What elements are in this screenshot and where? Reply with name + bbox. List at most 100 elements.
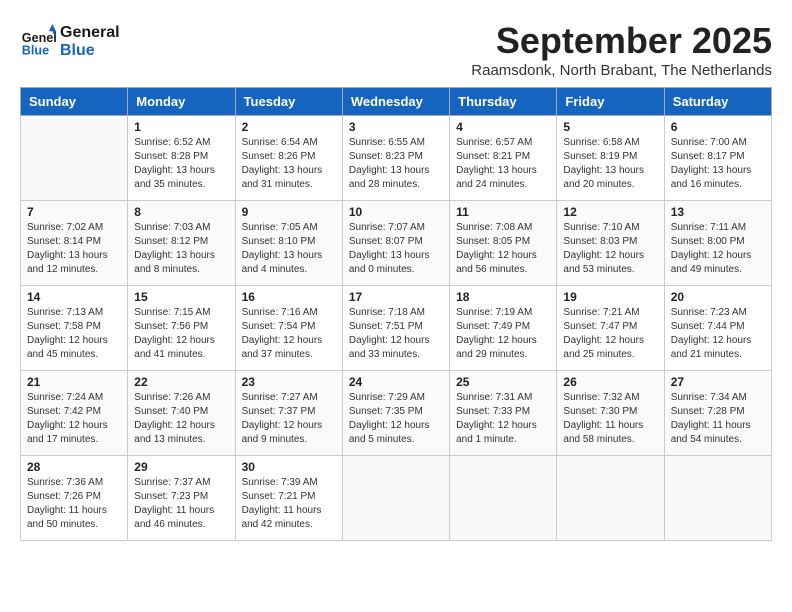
calendar-cell: 24Sunrise: 7:29 AM Sunset: 7:35 PM Dayli… [342,371,449,456]
day-number: 29 [134,460,228,474]
day-number: 4 [456,120,550,134]
calendar-cell [664,456,771,541]
calendar-cell: 25 Sunrise: 7:31 AM Sunset: 7:33 PM Dayli… [450,371,557,456]
col-header-tuesday: Tuesday [235,88,342,116]
day-info: Sunrise: 7:36 AM Sunset: 7:26 PM Dayligh… [27,476,121,532]
calendar-cell: 1Sunrise: 6:52 AM Sunset: 8:28 PM Daylig… [128,116,235,201]
calendar-week-row: 28 Sunrise: 7:36 AM Sunset: 7:26 PM Dayli… [21,456,772,541]
day-info: Sunrise: 7:29 AM Sunset: 7:35 PM Dayligh… [349,391,443,447]
day-number: 28 [27,460,121,474]
logo-text-line1: General [60,24,120,42]
col-header-wednesday: Wednesday [342,88,449,116]
day-number: 3 [349,120,443,134]
calendar-cell: 4 Sunrise: 6:57 AM Sunset: 8:21 PM Daylig… [450,116,557,201]
day-info: Sunrise: 6:54 AM Sunset: 8:26 PM Dayligh… [242,136,336,192]
day-info: Sunrise: 7:21 AM Sunset: 7:47 PM Dayligh… [563,306,657,362]
calendar-cell: 28 Sunrise: 7:36 AM Sunset: 7:26 PM Dayli… [21,456,128,541]
day-number: 15 [134,290,228,304]
calendar-cell: 16Sunrise: 7:16 AM Sunset: 7:54 PM Dayli… [235,286,342,371]
day-info: Sunrise: 7:39 AM Sunset: 7:21 PM Dayligh… [242,476,336,532]
day-info: Sunrise: 7:24 AM Sunset: 7:42 PM Dayligh… [27,391,121,447]
day-info: Sunrise: 7:37 AM Sunset: 7:23 PM Dayligh… [134,476,228,532]
day-number: 8 [134,205,228,219]
day-info: Sunrise: 7:26 AM Sunset: 7:40 PM Dayligh… [134,391,228,447]
col-header-friday: Friday [557,88,664,116]
day-info: Sunrise: 7:11 AM Sunset: 8:00 PM Dayligh… [671,221,765,277]
calendar-cell: 13Sunrise: 7:11 AM Sunset: 8:00 PM Dayli… [664,201,771,286]
day-info: Sunrise: 7:15 AM Sunset: 7:56 PM Dayligh… [134,306,228,362]
day-number: 27 [671,375,765,389]
calendar-cell: 2 Sunrise: 6:54 AM Sunset: 8:26 PM Daylig… [235,116,342,201]
col-header-saturday: Saturday [664,88,771,116]
day-number: 20 [671,290,765,304]
calendar-cell: 6Sunrise: 7:00 AM Sunset: 8:17 PM Daylig… [664,116,771,201]
calendar-body: 1Sunrise: 6:52 AM Sunset: 8:28 PM Daylig… [21,116,772,541]
calendar-cell: 11 Sunrise: 7:08 AM Sunset: 8:05 PM Dayli… [450,201,557,286]
location-subtitle: Raamsdonk, North Brabant, The Netherland… [471,62,772,79]
calendar-cell: 7 Sunrise: 7:02 AM Sunset: 8:14 PM Daylig… [21,201,128,286]
calendar-cell: 29 Sunrise: 7:37 AM Sunset: 7:23 PM Dayli… [128,456,235,541]
calendar-cell: 22 Sunrise: 7:26 AM Sunset: 7:40 PM Dayli… [128,371,235,456]
calendar-cell: 14Sunrise: 7:13 AM Sunset: 7:58 PM Dayli… [21,286,128,371]
calendar-header-row: SundayMondayTuesdayWednesdayThursdayFrid… [21,88,772,116]
day-number: 19 [563,290,657,304]
calendar-cell: 23Sunrise: 7:27 AM Sunset: 7:37 PM Dayli… [235,371,342,456]
day-info: Sunrise: 7:16 AM Sunset: 7:54 PM Dayligh… [242,306,336,362]
day-info: Sunrise: 7:08 AM Sunset: 8:05 PM Dayligh… [456,221,550,277]
calendar-cell: 18Sunrise: 7:19 AM Sunset: 7:49 PM Dayli… [450,286,557,371]
calendar-cell: 8 Sunrise: 7:03 AM Sunset: 8:12 PM Daylig… [128,201,235,286]
day-info: Sunrise: 7:23 AM Sunset: 7:44 PM Dayligh… [671,306,765,362]
day-info: Sunrise: 7:02 AM Sunset: 8:14 PM Dayligh… [27,221,121,277]
day-number: 22 [134,375,228,389]
day-info: Sunrise: 7:32 AM Sunset: 7:30 PM Dayligh… [563,391,657,447]
day-info: Sunrise: 7:31 AM Sunset: 7:33 PM Dayligh… [456,391,550,447]
calendar-cell: 27Sunrise: 7:34 AM Sunset: 7:28 PM Dayli… [664,371,771,456]
calendar-cell: 9Sunrise: 7:05 AM Sunset: 8:10 PM Daylig… [235,201,342,286]
calendar-cell: 30 Sunrise: 7:39 AM Sunset: 7:21 PM Dayli… [235,456,342,541]
day-number: 14 [27,290,121,304]
day-number: 17 [349,290,443,304]
day-number: 26 [563,375,657,389]
calendar-week-row: 7 Sunrise: 7:02 AM Sunset: 8:14 PM Daylig… [21,201,772,286]
calendar-cell: 15 Sunrise: 7:15 AM Sunset: 7:56 PM Dayli… [128,286,235,371]
day-number: 11 [456,205,550,219]
day-number: 2 [242,120,336,134]
col-header-sunday: Sunday [21,88,128,116]
day-number: 6 [671,120,765,134]
calendar-cell [21,116,128,201]
day-info: Sunrise: 7:10 AM Sunset: 8:03 PM Dayligh… [563,221,657,277]
month-year-title: September 2025 [471,20,772,62]
calendar-cell: 17Sunrise: 7:18 AM Sunset: 7:51 PM Dayli… [342,286,449,371]
calendar-week-row: 14Sunrise: 7:13 AM Sunset: 7:58 PM Dayli… [21,286,772,371]
day-number: 12 [563,205,657,219]
header: General Blue General Blue September 2025… [20,20,772,79]
calendar-cell: 12 Sunrise: 7:10 AM Sunset: 8:03 PM Dayli… [557,201,664,286]
logo-icon: General Blue [20,24,56,60]
calendar-cell [557,456,664,541]
day-number: 25 [456,375,550,389]
day-number: 10 [349,205,443,219]
col-header-monday: Monday [128,88,235,116]
day-number: 21 [27,375,121,389]
logo-text-line2: Blue [60,42,120,60]
calendar-week-row: 21 Sunrise: 7:24 AM Sunset: 7:42 PM Dayli… [21,371,772,456]
calendar-week-row: 1Sunrise: 6:52 AM Sunset: 8:28 PM Daylig… [21,116,772,201]
calendar-cell [342,456,449,541]
day-number: 18 [456,290,550,304]
day-number: 7 [27,205,121,219]
day-info: Sunrise: 7:27 AM Sunset: 7:37 PM Dayligh… [242,391,336,447]
calendar-cell: 19 Sunrise: 7:21 AM Sunset: 7:47 PM Dayli… [557,286,664,371]
calendar-cell: 21 Sunrise: 7:24 AM Sunset: 7:42 PM Dayli… [21,371,128,456]
day-number: 30 [242,460,336,474]
day-info: Sunrise: 7:05 AM Sunset: 8:10 PM Dayligh… [242,221,336,277]
svg-text:Blue: Blue [22,44,49,58]
calendar-cell: 10 Sunrise: 7:07 AM Sunset: 8:07 PM Dayli… [342,201,449,286]
day-info: Sunrise: 6:55 AM Sunset: 8:23 PM Dayligh… [349,136,443,192]
day-info: Sunrise: 7:03 AM Sunset: 8:12 PM Dayligh… [134,221,228,277]
calendar-cell: 3 Sunrise: 6:55 AM Sunset: 8:23 PM Daylig… [342,116,449,201]
day-info: Sunrise: 6:52 AM Sunset: 8:28 PM Dayligh… [134,136,228,192]
day-info: Sunrise: 6:57 AM Sunset: 8:21 PM Dayligh… [456,136,550,192]
calendar-table: SundayMondayTuesdayWednesdayThursdayFrid… [20,87,772,541]
calendar-cell: 5Sunrise: 6:58 AM Sunset: 8:19 PM Daylig… [557,116,664,201]
day-info: Sunrise: 7:07 AM Sunset: 8:07 PM Dayligh… [349,221,443,277]
